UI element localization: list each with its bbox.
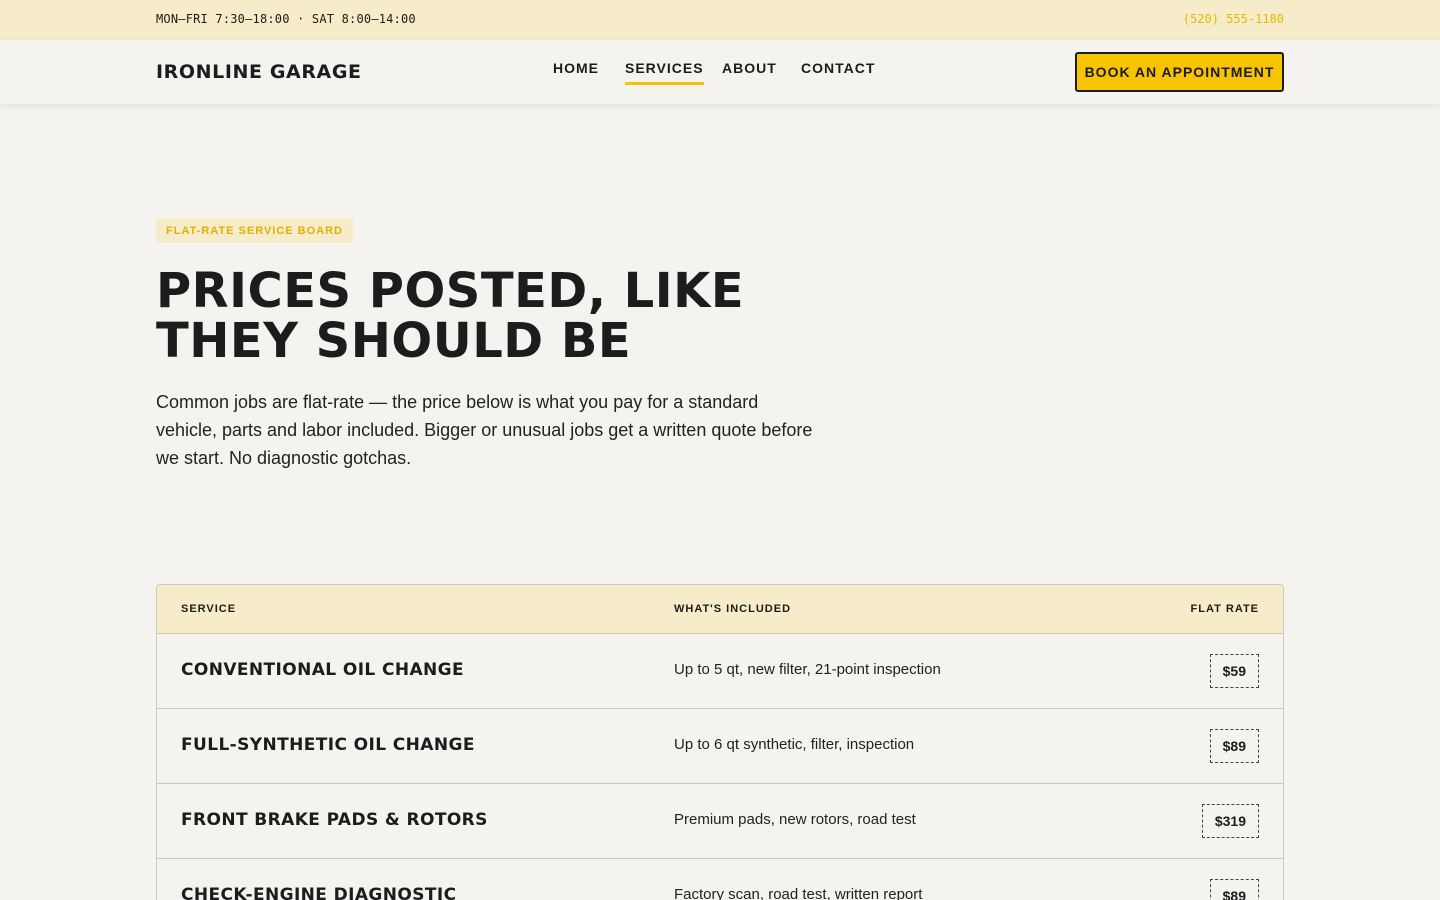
column-header-flat-rate: FLAT RATE [1190,603,1259,615]
service-included: Premium pads, new rotors, road test [674,811,916,828]
service-name: FULL-SYNTHETIC OIL CHANGE [181,735,475,755]
price-tag: $89 [1209,729,1259,763]
nav-home[interactable]: HOME [553,60,599,82]
nav-services[interactable]: SERVICES [625,60,704,85]
pricing-table: SERVICE WHAT'S INCLUDED FLAT RATE CONVEN… [156,584,1284,900]
service-name: CONVENTIONAL OIL CHANGE [181,660,465,680]
column-header-included: WHAT'S INCLUDED [674,603,792,615]
business-hours: MON–FRI 7:30–18:00 · SAT 8:00–14:00 [156,12,416,26]
service-name: CHECK-ENGINE DIAGNOSTIC [181,885,457,900]
price-tag: $319 [1201,804,1259,838]
service-included: Factory scan, road test, written report [674,886,923,900]
site-logo[interactable]: IRONLINE GARAGE [156,61,362,83]
eyebrow-badge: FLAT-RATE SERVICE BOARD [156,218,354,243]
service-included: Up to 5 qt, new filter, 21-point inspect… [674,661,941,678]
price-tag: $59 [1209,654,1259,688]
book-appointment-button[interactable]: BOOK AN APPOINTMENT [1075,52,1284,92]
table-row: CHECK-ENGINE DIAGNOSTIC Factory scan, ro… [157,859,1283,900]
table-row: FRONT BRAKE PADS & ROTORS Premium pads, … [157,784,1283,859]
page-title: PRICES POSTED, LIKE THEY SHOULD BE [156,263,745,369]
top-info-bar: MON–FRI 7:30–18:00 · SAT 8:00–14:00 (520… [0,0,1440,40]
table-row: CONVENTIONAL OIL CHANGE Up to 5 qt, new … [157,634,1283,709]
table-row: FULL-SYNTHETIC OIL CHANGE Up to 6 qt syn… [157,709,1283,784]
table-header: SERVICE WHAT'S INCLUDED FLAT RATE [157,585,1283,634]
service-included: Up to 6 qt synthetic, filter, inspection [674,736,915,753]
site-header: IRONLINE GARAGE HOME SERVICES ABOUT CONT… [0,40,1440,104]
price-tag: $89 [1209,879,1259,900]
phone-link[interactable]: (520) 555-1180 [1183,12,1284,26]
service-name: FRONT BRAKE PADS & ROTORS [181,810,488,830]
intro-paragraph: Common jobs are flat-rate — the price be… [156,392,813,468]
column-header-service: SERVICE [181,603,237,615]
nav-about[interactable]: ABOUT [722,60,777,82]
nav-contact[interactable]: CONTACT [801,60,875,82]
